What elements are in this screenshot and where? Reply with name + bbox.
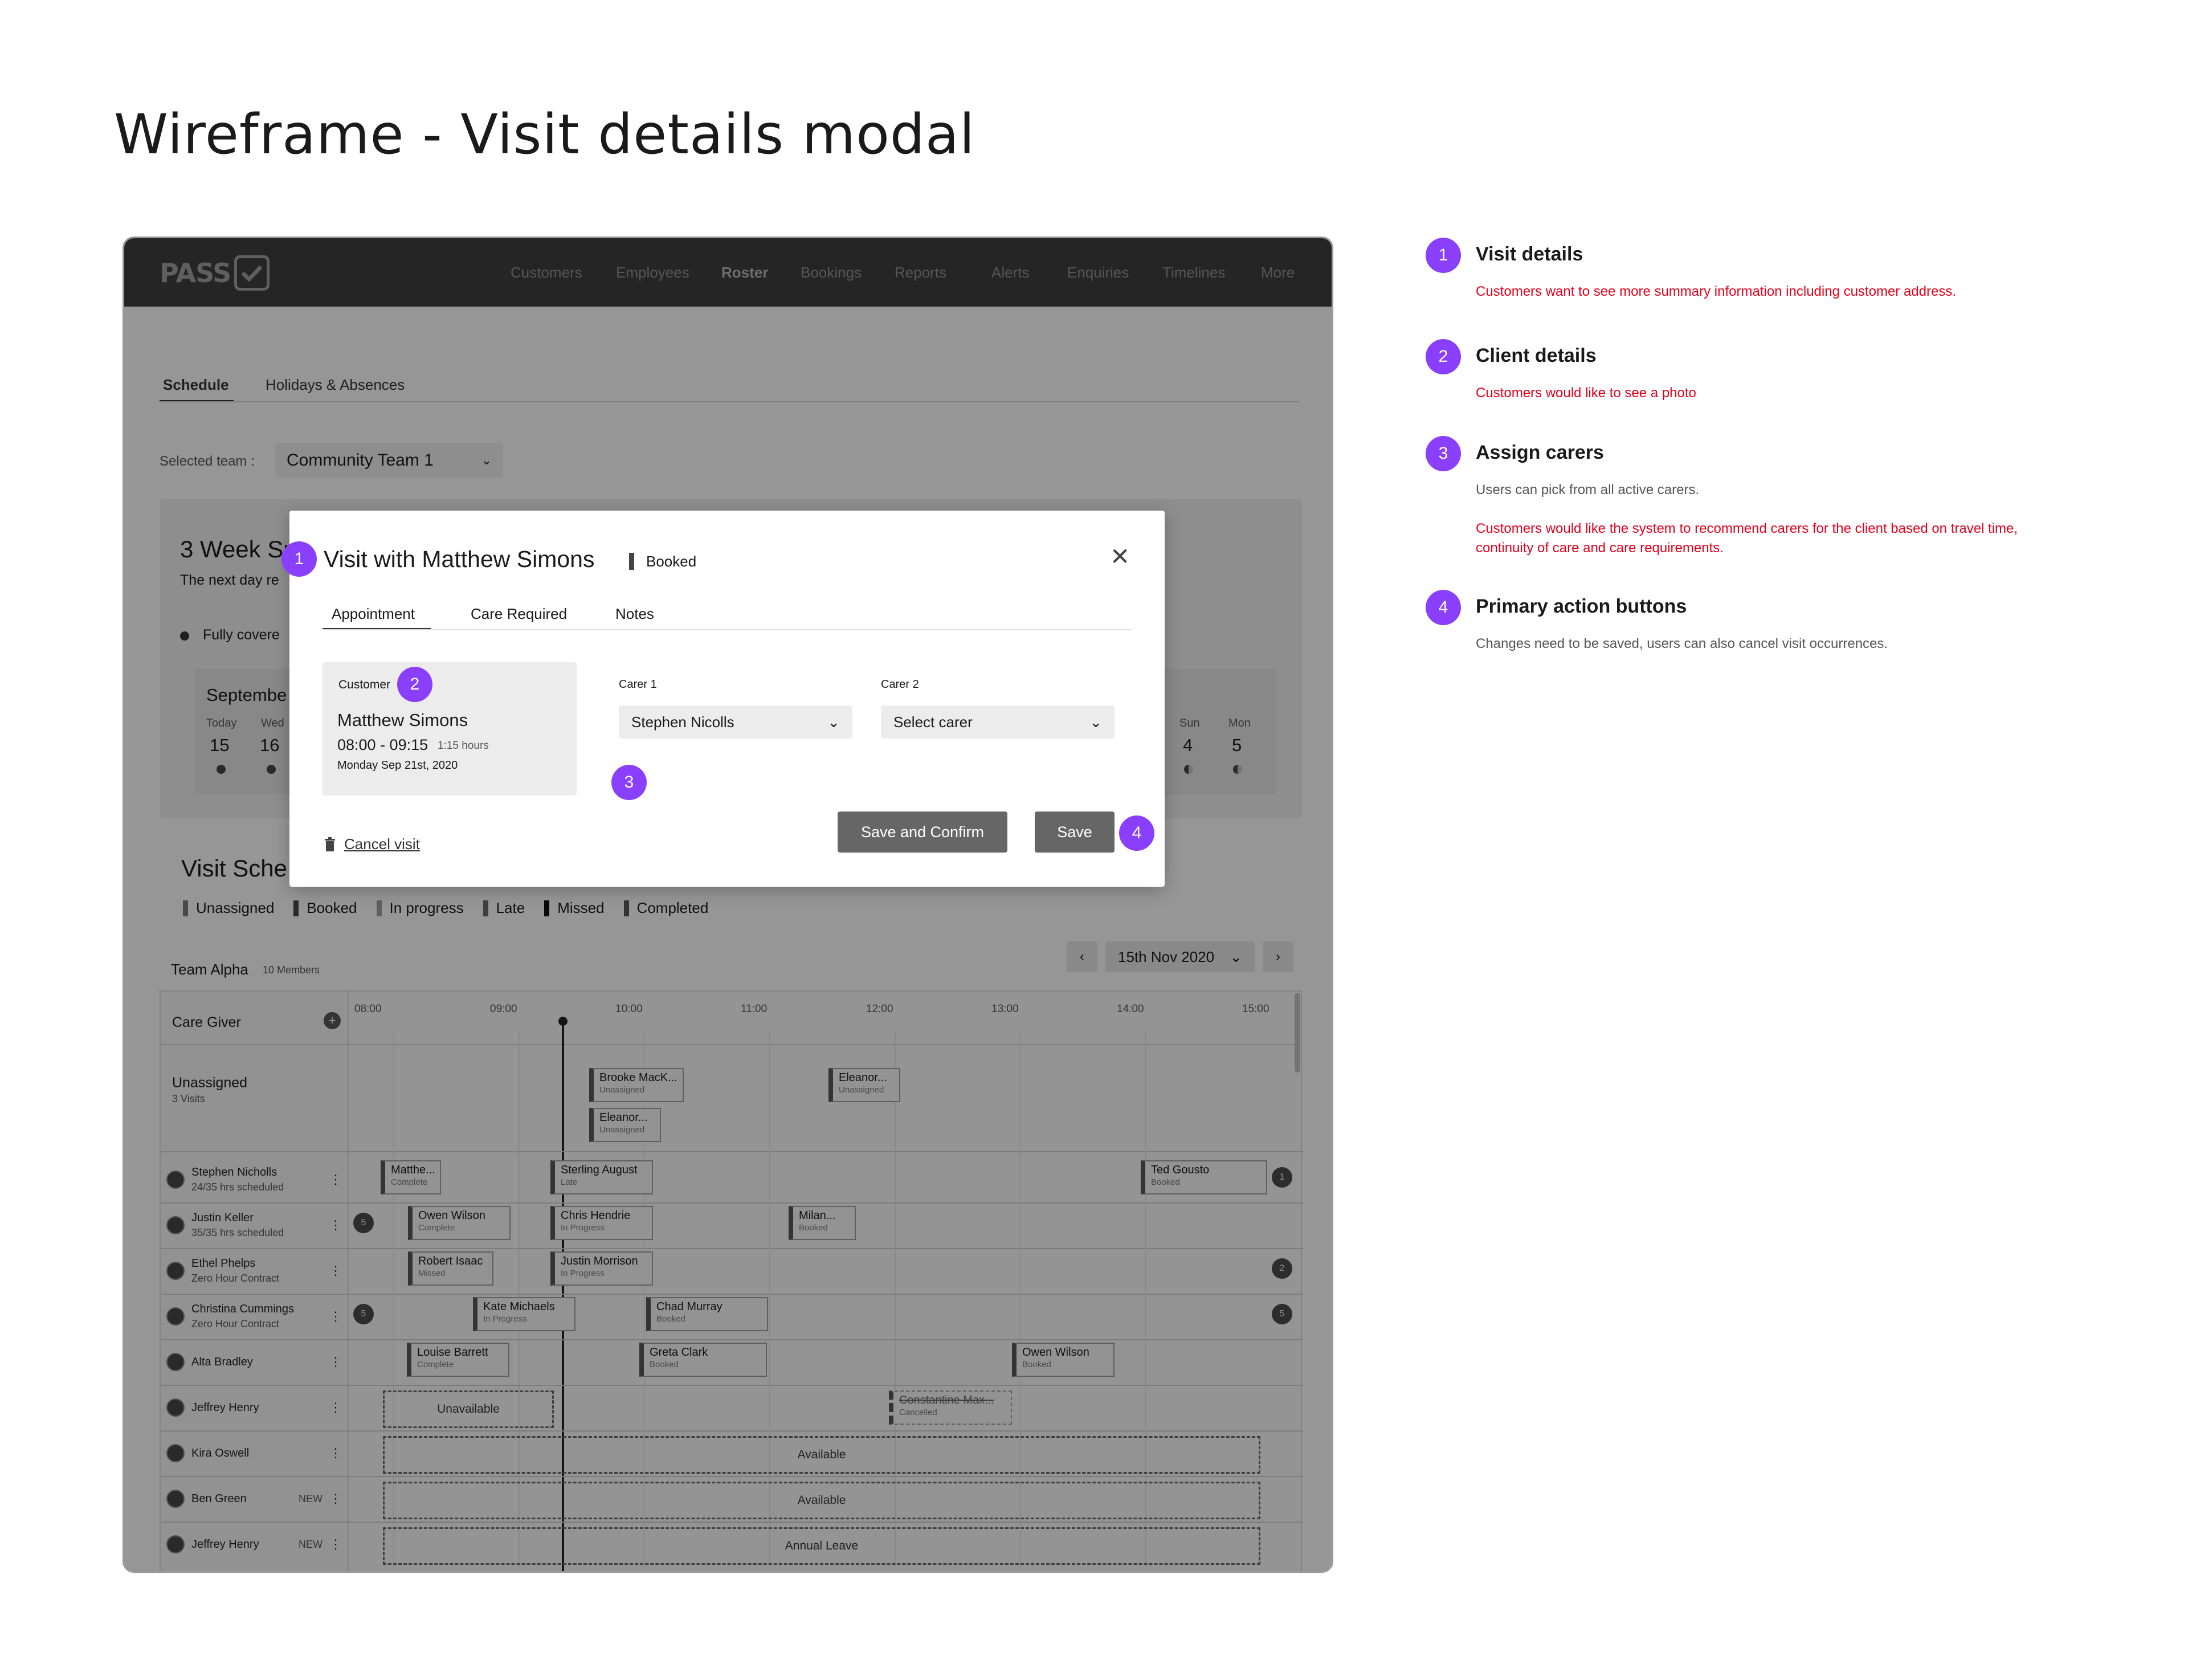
status-label: Booked	[646, 553, 697, 570]
note-number: 1	[1426, 238, 1461, 273]
save-and-confirm-button[interactable]: Save and Confirm	[838, 812, 1007, 853]
tab-divider	[323, 629, 1132, 630]
cancel-visit-link[interactable]: Cancel visit	[324, 835, 420, 853]
visit-duration: 1:15 hours	[438, 740, 489, 752]
horizontal-scrollbar[interactable]	[354, 1572, 491, 1573]
chevron-down-icon: ⌄	[1089, 713, 1102, 731]
customer-name: Matthew Simons	[337, 710, 468, 730]
note-number: 2	[1426, 339, 1461, 374]
annotation-marker-4: 4	[1119, 815, 1154, 851]
note-text: Customers would like to see a photo	[1476, 385, 1696, 401]
annotation-marker-2: 2	[397, 667, 432, 702]
note-text: Customers would like the system to recom…	[1476, 521, 2018, 556]
page-title: Wireframe - Visit details modal	[114, 103, 975, 166]
note-text: Changes need to be saved, users can also…	[1476, 636, 1888, 651]
app-frame: PASS Customers Employees Roster Bookings…	[123, 236, 1333, 1573]
modal-title: Visit with Matthew Simons	[324, 546, 595, 572]
save-button[interactable]: Save	[1035, 812, 1115, 853]
note-title: Visit details	[1476, 243, 1583, 265]
customer-card: Customer Matthew Simons 08:00 - 09:15 1:…	[323, 662, 577, 796]
tab-notes[interactable]: Notes	[615, 605, 654, 623]
carer2-select[interactable]: Select carer ⌄	[881, 706, 1115, 739]
note-text: Customers want to see more summary infor…	[1476, 284, 1956, 299]
annotation-marker-3: 3	[611, 765, 647, 800]
note-text: Users can pick from all active carers.	[1476, 482, 1700, 498]
modal-backdrop[interactable]	[124, 238, 1332, 1571]
note-number: 4	[1426, 590, 1461, 625]
visit-date: Monday Sep 21st, 2020	[337, 759, 458, 772]
note-title: Primary action buttons	[1476, 596, 1687, 617]
note-title: Assign carers	[1476, 442, 1604, 463]
note-number: 3	[1426, 436, 1461, 471]
visit-time: 08:00 - 09:15	[337, 736, 428, 753]
trash-icon	[325, 837, 335, 851]
note-title: Client details	[1476, 345, 1597, 366]
tab-care-required[interactable]: Care Required	[471, 605, 567, 623]
carer2-label: Carer 2	[881, 678, 919, 691]
tab-appointment[interactable]: Appointment	[332, 605, 415, 623]
carer1-label: Carer 1	[619, 678, 657, 691]
carer1-select[interactable]: Stephen Nicolls ⌄	[619, 706, 852, 739]
annotation-marker-1: 1	[281, 541, 317, 577]
chevron-down-icon: ⌄	[827, 713, 840, 731]
customer-label: Customer	[338, 678, 391, 691]
status-indicator	[629, 553, 634, 570]
close-icon[interactable]: ✕	[1110, 543, 1130, 570]
